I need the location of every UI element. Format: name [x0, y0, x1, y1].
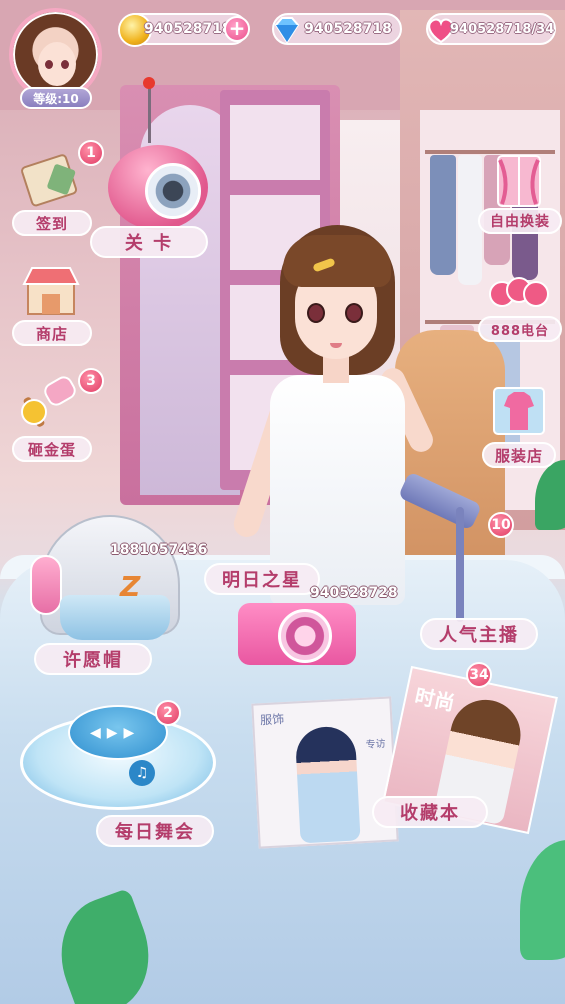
wardrobe-icon: [488, 152, 550, 210]
wish-hat-label[interactable]: 许愿帽: [34, 643, 152, 675]
magazine-left-title: 服饰: [259, 712, 285, 728]
smash-egg-badge: 3: [78, 368, 104, 394]
diamond-counter: 940528718: [272, 13, 402, 45]
clothing-store-icon: [488, 380, 550, 438]
stamina-amount: 940528718/34: [450, 21, 555, 37]
gold-counter: 940528718 +: [118, 13, 250, 47]
free-dressup-label: 自由换装: [478, 208, 562, 234]
wish-hat-count: 1881057436: [110, 542, 208, 558]
diamond-amount: 940528718: [304, 21, 392, 37]
checkin-button[interactable]: 1 签到: [12, 140, 104, 238]
calendar-icon: [20, 150, 82, 208]
shop-button[interactable]: 商店: [12, 262, 94, 350]
checkin-label: 签到: [12, 210, 92, 236]
shop-icon: [20, 262, 82, 320]
collection-badge: 34: [466, 662, 492, 688]
magazine-right-title: 时尚: [412, 683, 457, 716]
dance-label[interactable]: 每日舞会: [96, 815, 214, 847]
clothing-store-button[interactable]: 服装店: [476, 380, 565, 470]
dance-player[interactable]: ◀▶▶ ♫: [20, 695, 220, 815]
play-controls-icon: ◀▶▶: [90, 725, 141, 741]
smash-egg-button[interactable]: 3 砸金蛋: [12, 368, 104, 464]
radio-888-label: 888电台: [478, 316, 562, 342]
wish-hat[interactable]: Z: [30, 515, 180, 650]
camera-lens-icon: [145, 163, 201, 219]
z-logo-icon: Z: [120, 570, 141, 603]
gold-amount: 940528718: [144, 21, 232, 37]
add-gold-button[interactable]: +: [224, 16, 250, 42]
stamina-counter: 940528718/34: [426, 13, 556, 45]
collection-label[interactable]: 收藏本: [372, 796, 488, 828]
level-robot[interactable]: [100, 77, 210, 235]
dance-badge: 2: [155, 700, 181, 726]
radio-888-button[interactable]: 888电台: [476, 266, 565, 346]
level-label[interactable]: 关 卡: [90, 226, 208, 258]
magazine-left-subtitle: 专访: [365, 738, 386, 751]
camera-lens-icon: [278, 609, 332, 663]
music-note-icon: ♫: [129, 760, 155, 786]
anchor-microphone[interactable]: [397, 471, 500, 627]
hammer-icon: [20, 372, 82, 430]
shop-label: 商店: [12, 320, 92, 346]
level-badge: 等级:10: [20, 87, 92, 109]
star-camera[interactable]: [238, 595, 358, 665]
anchor-label[interactable]: 人气主播: [420, 618, 538, 650]
star-label[interactable]: 明日之星: [204, 563, 320, 595]
smash-egg-label: 砸金蛋: [12, 436, 92, 462]
anchor-badge: 10: [488, 512, 514, 538]
free-dressup-button[interactable]: 自由换装: [476, 152, 565, 236]
clothing-store-label: 服装店: [482, 442, 556, 468]
